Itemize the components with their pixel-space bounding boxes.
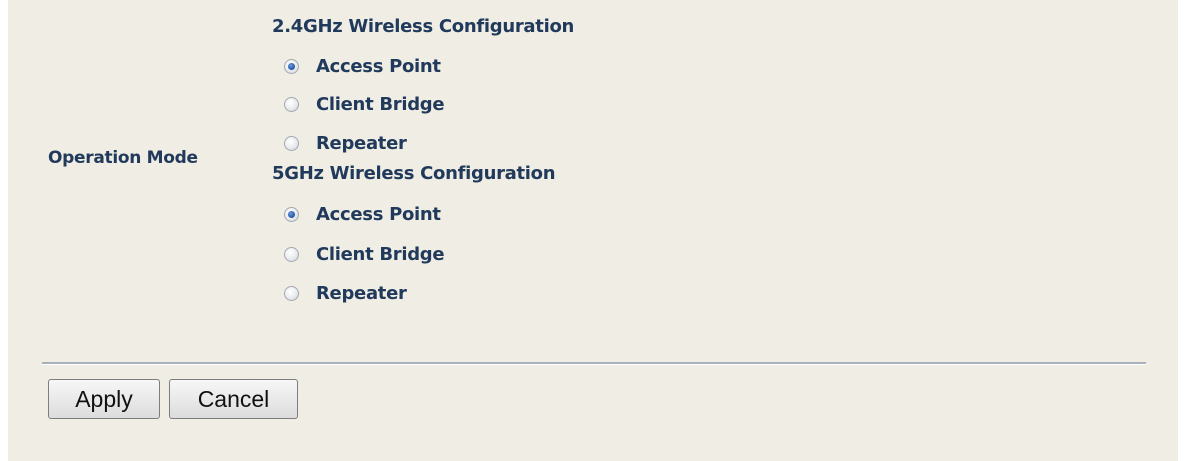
- band-24-repeater-label: Repeater: [316, 132, 407, 154]
- band-24-access-point-label: Access Point: [316, 55, 441, 77]
- operation-mode-label: Operation Mode: [48, 148, 198, 168]
- band-5-access-point-label: Access Point: [316, 203, 441, 225]
- band-24-access-point-option[interactable]: Access Point: [284, 54, 441, 78]
- cancel-button[interactable]: Cancel: [169, 379, 298, 419]
- band-5-client-bridge-label: Client Bridge: [316, 243, 445, 265]
- band-24-access-point-radio[interactable]: [284, 58, 299, 74]
- band-24-repeater-option[interactable]: Repeater: [284, 131, 407, 155]
- band-24-client-bridge-label: Client Bridge: [316, 93, 445, 115]
- operation-mode-panel: Operation Mode 2.4GHz Wireless Configura…: [8, 0, 1178, 461]
- band-5-client-bridge-option[interactable]: Client Bridge: [284, 242, 445, 266]
- band-5-repeater-radio[interactable]: [284, 285, 299, 301]
- band-5-client-bridge-radio[interactable]: [284, 246, 299, 262]
- apply-button[interactable]: Apply: [48, 379, 160, 419]
- divider: [42, 362, 1146, 365]
- band-24-client-bridge-radio[interactable]: [284, 96, 299, 112]
- band-5-title: 5GHz Wireless Configuration: [272, 163, 556, 184]
- band-24-repeater-radio[interactable]: [284, 135, 299, 151]
- band-5-access-point-option[interactable]: Access Point: [284, 202, 441, 226]
- band-5-repeater-option[interactable]: Repeater: [284, 281, 407, 305]
- band-24-title: 2.4GHz Wireless Configuration: [272, 16, 575, 37]
- band-5-access-point-radio[interactable]: [284, 206, 299, 222]
- band-24-client-bridge-option[interactable]: Client Bridge: [284, 92, 445, 116]
- band-5-repeater-label: Repeater: [316, 282, 407, 304]
